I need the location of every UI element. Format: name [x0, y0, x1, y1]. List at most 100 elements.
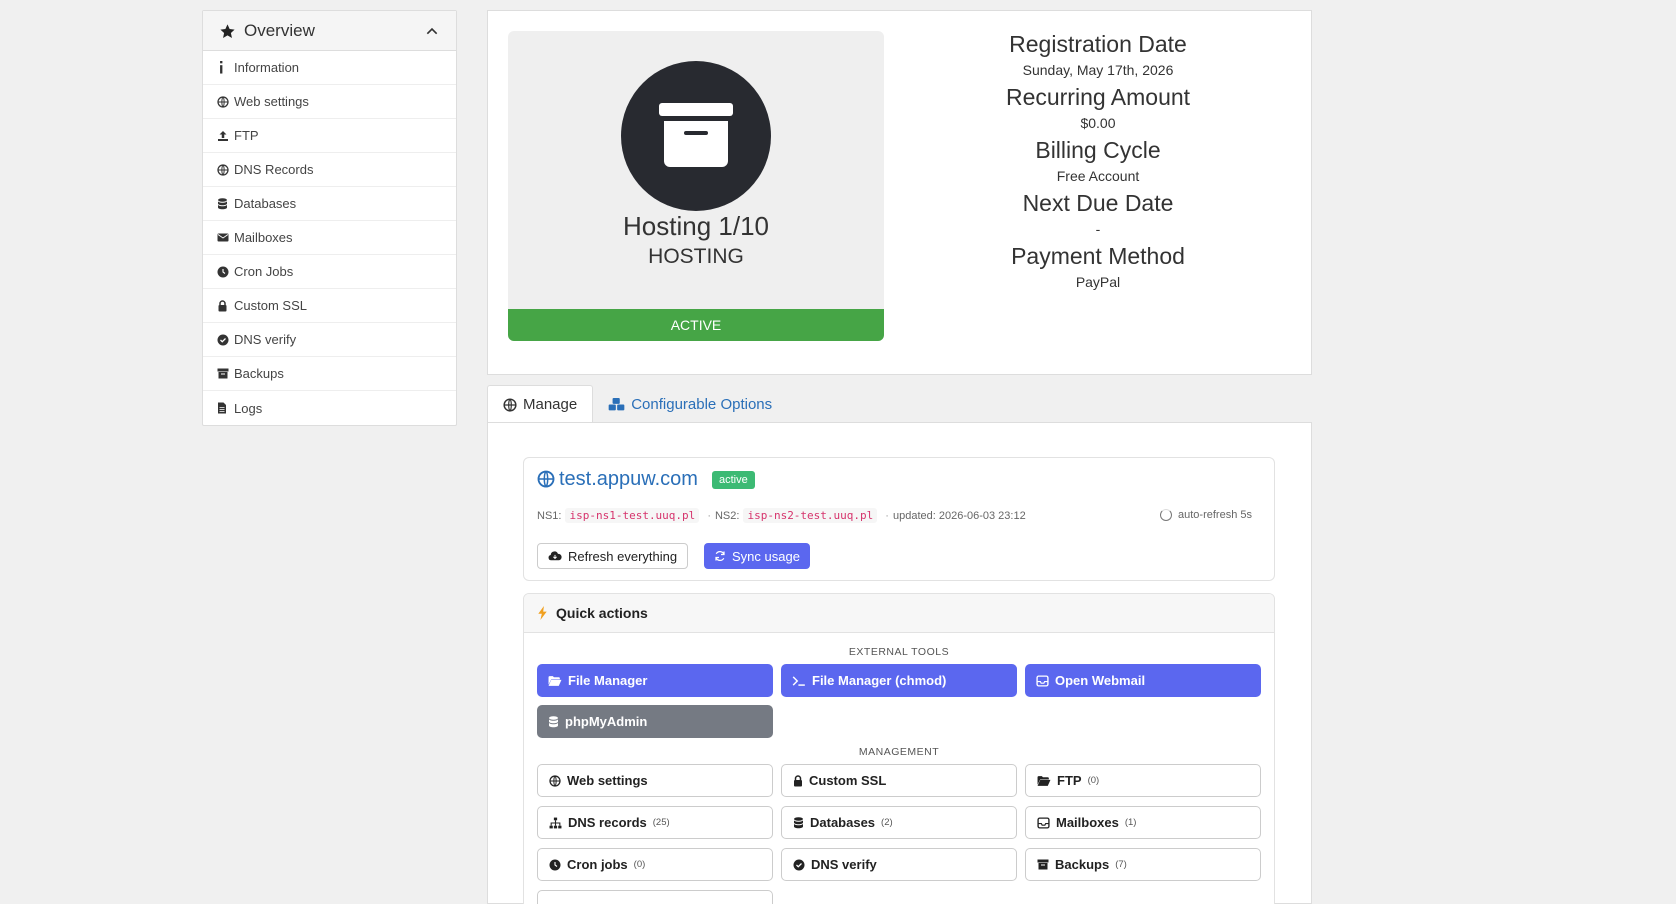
inbox-icon [1037, 816, 1050, 829]
ns1-label: NS1: [537, 509, 562, 522]
sidebar-item-label: DNS Records [234, 162, 314, 177]
refresh-everything-button[interactable]: Refresh everything [537, 543, 689, 569]
status-badge: active [711, 470, 755, 489]
sync-usage-button[interactable]: Sync usage [704, 543, 810, 569]
ftp-count: (0) [1087, 775, 1100, 786]
sidebar-header[interactable]: Overview [203, 11, 456, 51]
management-label: MANAGEMENT [858, 746, 940, 758]
custom-ssl-button[interactable]: Custom SSL [781, 764, 1017, 797]
dns-records-count: (25) [652, 817, 670, 828]
tab-manage-label: Manage [523, 396, 578, 413]
nameservers-line: NS1: isp-ns1-test.uuq.pl · NS2: isp-ns2-… [537, 508, 1026, 523]
sidebar-item-dns-verify[interactable]: DNS verify [203, 323, 456, 357]
cron-jobs-count: (0) [633, 859, 646, 870]
file-manager-label: File Manager [568, 673, 648, 688]
backups-button[interactable]: Backups (7) [1025, 848, 1261, 881]
file-manager-chmod-button[interactable]: File Manager (chmod) [781, 664, 1017, 697]
open-webmail-label: Open Webmail [1055, 673, 1146, 688]
custom-ssl-label: Custom SSL [809, 773, 887, 788]
sidebar-title: Overview [244, 20, 315, 40]
sidebar-item-label: Databases [234, 196, 297, 211]
product-status-bar: ACTIVE [508, 309, 884, 341]
cron-jobs-button[interactable]: Cron jobs (0) [537, 848, 773, 881]
file-manager-chmod-label: File Manager (chmod) [812, 673, 947, 688]
tab-manage[interactable]: Manage [487, 385, 594, 423]
registration-date-label: Registration Date [1009, 31, 1187, 57]
archive-icon [1037, 859, 1049, 870]
check-circle-icon [793, 859, 805, 871]
tab-configurable-options[interactable]: Configurable Options [593, 385, 787, 423]
sidebar-item-ftp[interactable]: FTP [203, 119, 456, 153]
registration-date-value: Sunday, May 17th, 2026 [1022, 62, 1174, 78]
product-name: Hosting 1/10 [623, 211, 769, 241]
billing-details: Registration Date Sunday, May 17th, 2026… [928, 29, 1268, 294]
lock-icon [793, 774, 803, 787]
sidebar-item-dns-records[interactable]: DNS Records [203, 153, 456, 187]
sidebar-item-web-settings[interactable]: Web settings [203, 85, 456, 119]
sync-usage-label: Sync usage [732, 548, 800, 564]
folder-open-icon [548, 675, 562, 687]
mailboxes-button[interactable]: Mailboxes (1) [1025, 806, 1261, 839]
sidebar-item-databases[interactable]: Databases [203, 187, 456, 221]
cloud-download-icon [548, 550, 562, 562]
database-icon [548, 715, 559, 728]
databases-button[interactable]: Databases (2) [781, 806, 1017, 839]
star-icon [219, 21, 236, 41]
product-icon-circle [621, 61, 771, 211]
sidebar-item-logs[interactable]: Logs [203, 391, 456, 425]
recurring-amount-value: $0.00 [1080, 115, 1116, 131]
quick-actions-title: Quick actions [556, 605, 648, 621]
payment-method-label: Payment Method [1011, 243, 1185, 269]
recurring-amount-label: Recurring Amount [1005, 84, 1191, 110]
database-icon [793, 816, 804, 829]
domain-card: test.appuw.com active NS1: isp-ns1-test.… [523, 457, 1275, 581]
dns-records-button[interactable]: DNS records (25) [537, 806, 773, 839]
sync-icon [714, 550, 726, 562]
bolt-icon [537, 606, 548, 620]
folder-open-icon [1037, 775, 1051, 787]
check-circle-icon [217, 333, 231, 347]
tab-bar: Manage Configurable Options [487, 385, 787, 423]
ftp-button[interactable]: FTP (0) [1025, 764, 1261, 797]
inbox-icon [1036, 674, 1049, 687]
separator-dot: · [707, 509, 711, 522]
domain-name-link[interactable]: test.appuw.com [559, 468, 698, 491]
web-settings-button[interactable]: Web settings [537, 764, 773, 797]
globe-icon [217, 163, 231, 177]
databases-label: Databases [810, 815, 876, 830]
external-tools-label: EXTERNAL TOOLS [848, 646, 950, 658]
refresh-everything-label: Refresh everything [568, 548, 678, 564]
envelope-icon [217, 231, 231, 245]
backups-label: Backups [1055, 857, 1110, 872]
additional-action-button[interactable] [537, 890, 773, 904]
sidebar-item-label: Logs [234, 400, 263, 416]
globe-icon [537, 470, 555, 488]
updated-timestamp: updated: 2026-06-03 23:12 [892, 509, 1026, 522]
phpmyadmin-button[interactable]: phpMyAdmin [537, 705, 773, 738]
sidebar-item-information[interactable]: Information [203, 51, 456, 85]
tab-configurable-options-label: Configurable Options [631, 395, 773, 413]
billing-cycle-value: Free Account [1056, 168, 1140, 184]
product-overview-panel: Hosting 1/10 HOSTING ACTIVE Registration… [487, 10, 1312, 375]
file-manager-button[interactable]: File Manager [537, 664, 773, 697]
sidebar-item-label: Web settings [234, 94, 309, 109]
mailboxes-label: Mailboxes [1056, 815, 1119, 830]
sidebar-item-cron-jobs[interactable]: Cron Jobs [203, 255, 456, 289]
ns2-label: NS2: [714, 509, 740, 522]
sidebar-item-mailboxes[interactable]: Mailboxes [203, 221, 456, 255]
dns-verify-button[interactable]: DNS verify [781, 848, 1017, 881]
ftp-label: FTP [1057, 773, 1082, 788]
quick-actions-card: Quick actions EXTERNAL TOOLS File Manage… [523, 593, 1275, 904]
sidebar-item-backups[interactable]: Backups [203, 357, 456, 391]
sidebar-item-custom-ssl[interactable]: Custom SSL [203, 289, 456, 323]
open-webmail-button[interactable]: Open Webmail [1025, 664, 1261, 697]
archive-box-icon [659, 103, 733, 167]
billing-cycle-label: Billing Cycle [1035, 137, 1161, 163]
chevron-up-icon[interactable] [424, 21, 440, 41]
product-group: HOSTING [648, 245, 744, 268]
payment-method-value: PayPal [1075, 274, 1121, 290]
globe-icon [217, 95, 231, 109]
sidebar-item-label: Cron Jobs [234, 264, 294, 279]
dns-records-label: DNS records [568, 815, 647, 830]
backups-count: (7) [1115, 859, 1127, 870]
